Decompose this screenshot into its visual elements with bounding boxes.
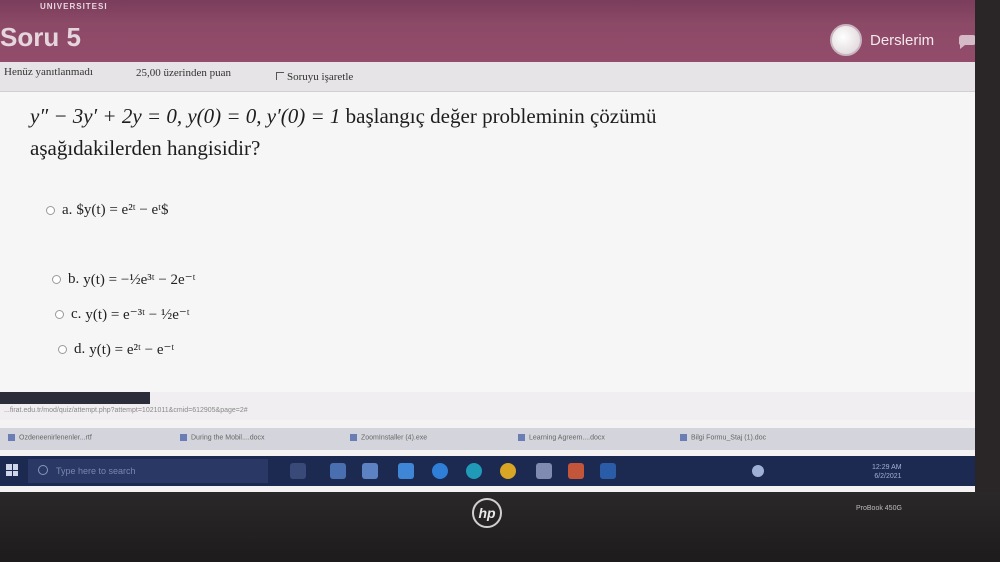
taskbar-search-box[interactable]: Type here to search bbox=[28, 459, 268, 483]
option-letter: d. bbox=[74, 341, 86, 357]
flag-label: Soruyu işaretle bbox=[287, 71, 354, 83]
my-courses-link[interactable]: Derslerim bbox=[870, 32, 934, 49]
radio-button[interactable] bbox=[46, 206, 55, 215]
option-text: y(t) = e⁻³ᵗ − ½e⁻ᵗ bbox=[85, 307, 190, 323]
radio-button[interactable] bbox=[55, 310, 64, 319]
university-name: UNIVERSITESI bbox=[40, 2, 108, 11]
mail-icon[interactable] bbox=[398, 463, 414, 479]
file-icon bbox=[350, 434, 357, 441]
option-text: y(t) = −½e³ᵗ − 2e⁻ᵗ bbox=[83, 272, 196, 288]
clock-time: 12:29 AM bbox=[872, 464, 902, 471]
question-equation: y″ − 3y′ + 2y = 0, y(0) = 0, y′(0) = 1 bbox=[30, 104, 341, 128]
windows-taskbar: Type here to search 12:29 AM 6/2/2021 bbox=[0, 456, 975, 486]
answer-option-a[interactable]: a. $y(t) = e²ᵗ − eᵗ$ bbox=[46, 202, 169, 219]
question-points: 25,00 üzerinden puan bbox=[136, 67, 231, 79]
laptop-model-label: ProBook 450G bbox=[856, 505, 902, 512]
answer-option-d[interactable]: d. y(t) = e²ᵗ − e⁻ᵗ bbox=[58, 340, 174, 359]
chat-bubble-icon[interactable] bbox=[956, 31, 975, 49]
flag-icon bbox=[276, 72, 284, 80]
answer-option-c[interactable]: c. y(t) = e⁻³ᵗ − ½e⁻ᵗ bbox=[55, 305, 190, 324]
laptop-bezel-bottom bbox=[0, 492, 1000, 562]
search-icon bbox=[38, 465, 48, 475]
download-item[interactable]: Ozdeneenirlenenler...rtf bbox=[8, 434, 92, 441]
taskbar-clock[interactable]: 12:29 AM 6/2/2021 bbox=[872, 463, 902, 481]
browser-icon[interactable] bbox=[466, 463, 482, 479]
chrome-icon[interactable] bbox=[500, 463, 516, 479]
status-url: ...firat.edu.tr/mod/quiz/attempt.php?att… bbox=[4, 407, 248, 414]
question-text-line2: aşağıdakilerden hangisidir? bbox=[30, 136, 261, 160]
office-icon[interactable] bbox=[568, 463, 584, 479]
file-icon bbox=[8, 434, 15, 441]
settings-icon[interactable] bbox=[536, 463, 552, 479]
option-text: $y(t) = e²ᵗ − eᵗ$ bbox=[76, 202, 169, 218]
status-url-strip: ...firat.edu.tr/mod/quiz/attempt.php?att… bbox=[0, 392, 975, 420]
file-icon bbox=[518, 434, 525, 441]
question-info-bar: Henüz yanıtlanmadı 25,00 üzerinden puan … bbox=[0, 62, 975, 92]
option-letter: c. bbox=[71, 306, 82, 322]
windows-start-icon[interactable] bbox=[6, 464, 18, 476]
download-item[interactable]: Learning Agreem....docx bbox=[518, 434, 605, 441]
question-content: y″ − 3y′ + 2y = 0, y(0) = 0, y′(0) = 1 b… bbox=[0, 92, 975, 392]
download-item[interactable]: Bilgi Formu_Staj (1).doc bbox=[680, 434, 766, 441]
people-icon[interactable] bbox=[752, 465, 764, 477]
question-text-tail: başlangıç değer probleminin çözümü bbox=[340, 104, 657, 128]
app-icon[interactable] bbox=[330, 463, 346, 479]
hp-logo: hp bbox=[472, 498, 502, 528]
laptop-screen: UNIVERSITESI Soru 5 Derslerim Henüz yanı… bbox=[0, 0, 975, 492]
timer-block bbox=[0, 392, 150, 404]
download-item[interactable]: ZoomInstaller (4).exe bbox=[350, 434, 427, 441]
option-text: y(t) = e²ᵗ − e⁻ᵗ bbox=[89, 342, 175, 358]
downloads-bar: Ozdeneenirlenenler...rtf During the Mobi… bbox=[0, 428, 975, 450]
photo-stage: UNIVERSITESI Soru 5 Derslerim Henüz yanı… bbox=[0, 0, 1000, 562]
answer-option-b[interactable]: b. y(t) = −½e³ᵗ − 2e⁻ᵗ bbox=[52, 270, 196, 289]
answer-status: Henüz yanıtlanmadı bbox=[4, 66, 93, 78]
word-icon[interactable] bbox=[600, 463, 616, 479]
flag-question-link[interactable]: Soruyu işaretle bbox=[276, 71, 353, 83]
user-avatar[interactable] bbox=[830, 24, 862, 56]
question-number-title: Soru 5 bbox=[0, 22, 81, 52]
task-view-icon[interactable] bbox=[290, 463, 306, 479]
file-icon bbox=[180, 434, 187, 441]
laptop-bezel-right bbox=[975, 0, 1000, 492]
option-letter: a. bbox=[62, 202, 73, 218]
radio-button[interactable] bbox=[52, 275, 61, 284]
edge-icon[interactable] bbox=[432, 463, 448, 479]
file-icon bbox=[680, 434, 687, 441]
question-text: y″ − 3y′ + 2y = 0, y(0) = 0, y′(0) = 1 b… bbox=[30, 104, 656, 129]
search-placeholder: Type here to search bbox=[56, 466, 136, 476]
site-header: UNIVERSITESI Soru 5 Derslerim bbox=[0, 0, 975, 62]
clock-date: 6/2/2021 bbox=[874, 473, 902, 480]
option-letter: b. bbox=[68, 271, 80, 287]
radio-button[interactable] bbox=[58, 345, 67, 354]
download-item[interactable]: During the Mobil....docx bbox=[180, 434, 265, 441]
store-icon[interactable] bbox=[362, 463, 378, 479]
